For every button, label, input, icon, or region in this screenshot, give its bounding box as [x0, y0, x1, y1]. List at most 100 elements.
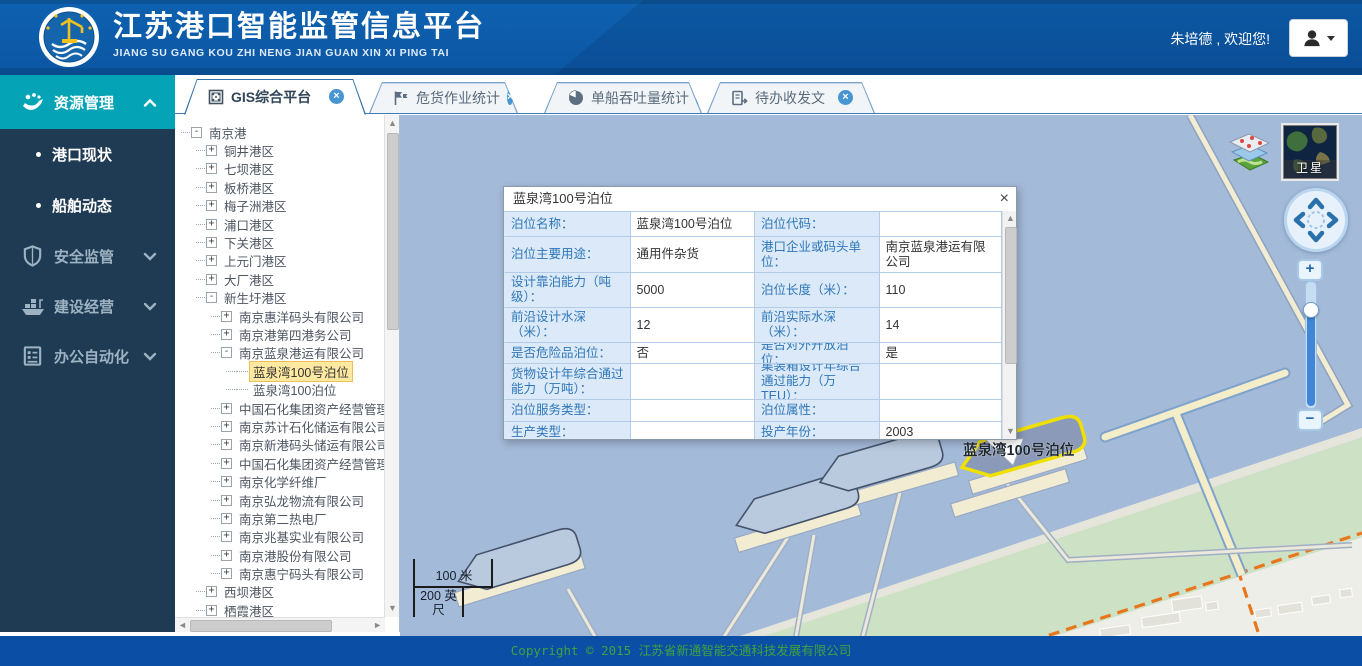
tree-connector: [236, 371, 248, 372]
tree-expander-toggle[interactable]: -: [191, 127, 202, 138]
scroll-up-icon[interactable]: ▲: [388, 119, 397, 128]
tree-node[interactable]: +南京惠宁码头有限公司: [175, 564, 384, 582]
zoom-out-button[interactable]: −: [1297, 409, 1323, 431]
tree-vertical-scrollbar[interactable]: ▲ ▼: [384, 115, 399, 617]
zoom-slider-handle[interactable]: [1303, 302, 1319, 318]
tree-expander-toggle[interactable]: +: [221, 476, 232, 487]
scroll-down-icon[interactable]: ▼: [1006, 427, 1015, 436]
tree-expander-toggle[interactable]: -: [206, 292, 217, 303]
tab-label: 单船吞吐量统计: [591, 88, 689, 108]
chevron-down-icon: [143, 252, 157, 261]
zoom-slider-track[interactable]: [1305, 281, 1317, 409]
tree-node[interactable]: +南京弘龙物流有限公司: [175, 491, 384, 509]
tree-expander-toggle[interactable]: +: [206, 605, 217, 616]
tree-connector: [226, 371, 235, 372]
tree-node[interactable]: +大厂港区: [175, 270, 384, 288]
satellite-toggle-button[interactable]: 卫星: [1283, 125, 1337, 179]
tree-node[interactable]: +铜井港区: [175, 141, 384, 159]
tree-node[interactable]: +南京港股份有限公司: [175, 546, 384, 564]
tree-expander-toggle[interactable]: +: [206, 163, 217, 174]
tree-expander-toggle[interactable]: +: [206, 200, 217, 211]
popup-field-value: 110: [880, 273, 1003, 308]
tree-expander-toggle[interactable]: -: [221, 347, 232, 358]
tree-node[interactable]: -新生圩港区: [175, 289, 384, 307]
tree-node[interactable]: +浦口港区: [175, 215, 384, 233]
zoom-in-button[interactable]: +: [1297, 259, 1323, 281]
tree-vscroll-thumb[interactable]: [387, 133, 399, 330]
user-menu-button[interactable]: [1289, 19, 1348, 57]
tree-expander-toggle[interactable]: +: [206, 586, 217, 597]
tree-node[interactable]: 蓝泉湾100号泊位: [175, 362, 384, 380]
tree-expander-toggle[interactable]: +: [221, 531, 232, 542]
tree-node[interactable]: +南京港第四港务公司: [175, 325, 384, 343]
tree-node[interactable]: -南京港: [175, 123, 384, 141]
tree-node[interactable]: +梅子洲港区: [175, 197, 384, 215]
sidebar-item-4[interactable]: 办公自动化: [0, 331, 175, 381]
tree-node[interactable]: +中国石化集团资产经营管理有: [175, 399, 384, 417]
sidebar-item-3[interactable]: 建设经营: [0, 281, 175, 331]
sidebar-subitem[interactable]: 港口现状: [0, 129, 175, 180]
tree-horizontal-scrollbar[interactable]: ◄ ►: [175, 617, 385, 632]
tree-node[interactable]: +南京化学纤维厂: [175, 472, 384, 490]
tree-expander-toggle[interactable]: +: [221, 421, 232, 432]
tree-expander-toggle[interactable]: +: [221, 403, 232, 414]
zoom-control: + −: [1297, 259, 1325, 431]
tree-node[interactable]: +南京苏计石化储运有限公司: [175, 417, 384, 435]
scroll-right-icon[interactable]: ►: [373, 621, 382, 630]
tree-expander-toggle[interactable]: +: [206, 237, 217, 248]
tab-4[interactable]: 待办收发文×: [707, 82, 875, 113]
popup-scroll-thumb[interactable]: [1005, 227, 1017, 364]
tree-expander-toggle[interactable]: +: [206, 182, 217, 193]
tree-node[interactable]: +南京兆基实业有限公司: [175, 528, 384, 546]
tab-close-icon[interactable]: ×: [838, 90, 853, 105]
sidebar-item-1[interactable]: 资源管理: [0, 75, 175, 129]
tree-node[interactable]: +南京惠洋码头有限公司: [175, 307, 384, 325]
map-pan-control[interactable]: [1284, 188, 1348, 252]
tab-close-icon[interactable]: ×: [507, 90, 513, 105]
doc-send-icon: [731, 90, 748, 106]
tree-hscroll-thumb[interactable]: [190, 620, 332, 632]
popup-close-button[interactable]: ×: [1000, 188, 1009, 210]
tree-node[interactable]: +栖霞港区: [175, 601, 384, 617]
scroll-left-icon[interactable]: ◄: [178, 621, 187, 630]
tree-expander-toggle[interactable]: +: [221, 513, 232, 524]
tab-close-icon[interactable]: ×: [329, 89, 344, 104]
tree-expander-toggle[interactable]: +: [221, 495, 232, 506]
sidebar-subitem[interactable]: 船舶动态: [0, 180, 175, 231]
tree-node[interactable]: 蓝泉湾100泊位: [175, 380, 384, 398]
tree-node[interactable]: +南京第二热电厂: [175, 509, 384, 527]
tree-expander-toggle[interactable]: +: [221, 550, 232, 561]
scroll-up-icon[interactable]: ▲: [1006, 214, 1015, 223]
tab-1[interactable]: GIS综合平台×: [184, 79, 366, 115]
tree-expander-toggle[interactable]: +: [206, 219, 217, 230]
sidebar-item-2[interactable]: 安全监管: [0, 231, 175, 281]
tree-expander-toggle[interactable]: +: [221, 439, 232, 450]
tree-node[interactable]: +上元门港区: [175, 252, 384, 270]
tab-3[interactable]: 单船吞吐量统计 ×: [544, 82, 702, 113]
tree-node[interactable]: +七坝港区: [175, 160, 384, 178]
popup-scrollbar[interactable]: ▲ ▼: [1002, 211, 1016, 439]
office-icon: [19, 344, 46, 368]
tree-expander-toggle[interactable]: +: [221, 458, 232, 469]
tree-node[interactable]: +板桥港区: [175, 178, 384, 196]
popup-field-value: 2003: [880, 422, 1003, 439]
tree-expander-toggle[interactable]: +: [221, 311, 232, 322]
tab-2[interactable]: 危货作业统计 ×: [369, 82, 518, 113]
tree-node[interactable]: +下关港区: [175, 233, 384, 251]
tree-node[interactable]: +中国石化集团资产经营管理有: [175, 454, 384, 472]
tree-expander-toggle[interactable]: +: [206, 274, 217, 285]
tree-node[interactable]: +南京新港码头储运有限公司: [175, 436, 384, 454]
tree-expander-toggle[interactable]: +: [221, 568, 232, 579]
layers-icon[interactable]: [1224, 130, 1274, 176]
tree-expander-toggle[interactable]: +: [206, 255, 217, 266]
tree-node[interactable]: +西坝港区: [175, 583, 384, 601]
tree-node[interactable]: -南京蓝泉港运有限公司: [175, 344, 384, 362]
tree-expander-toggle[interactable]: +: [221, 329, 232, 340]
tab-label: 危货作业统计: [416, 88, 500, 108]
popup-field-value: [880, 212, 1003, 237]
map-scale-bar: 100 米 200 英尺: [413, 559, 497, 619]
scroll-down-icon[interactable]: ▼: [388, 604, 397, 613]
tree-expander-toggle[interactable]: +: [206, 145, 217, 156]
popup-field-value: [631, 400, 756, 422]
tab-close-icon[interactable]: ×: [696, 90, 702, 105]
